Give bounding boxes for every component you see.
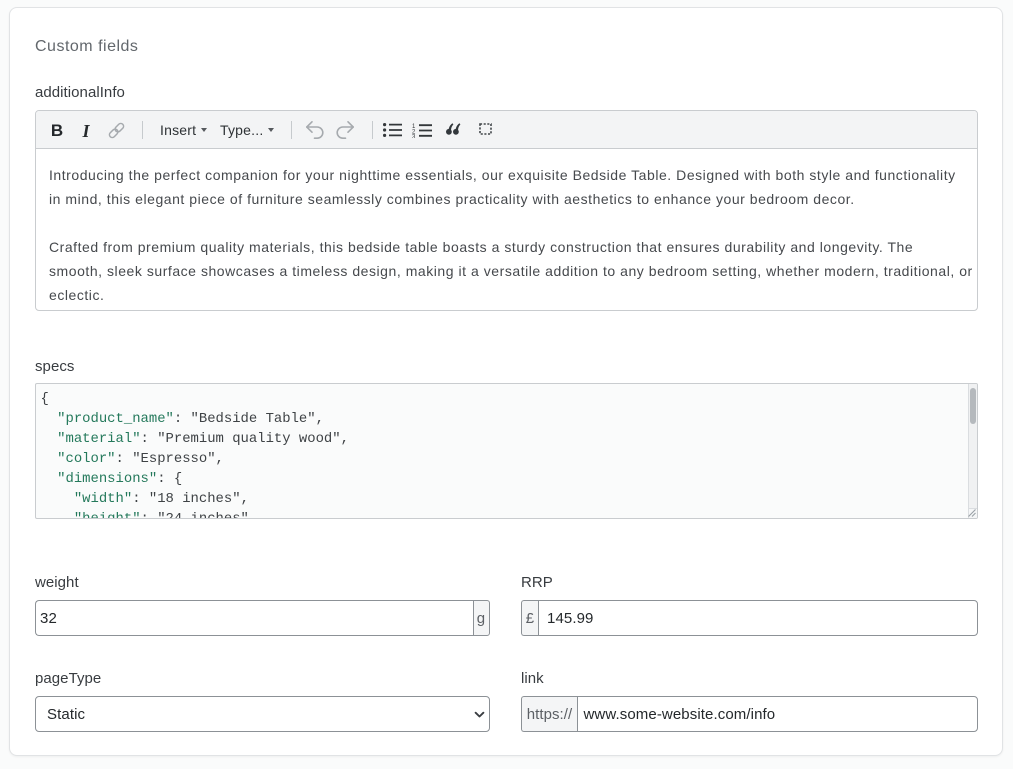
svg-text:3: 3: [412, 134, 416, 138]
